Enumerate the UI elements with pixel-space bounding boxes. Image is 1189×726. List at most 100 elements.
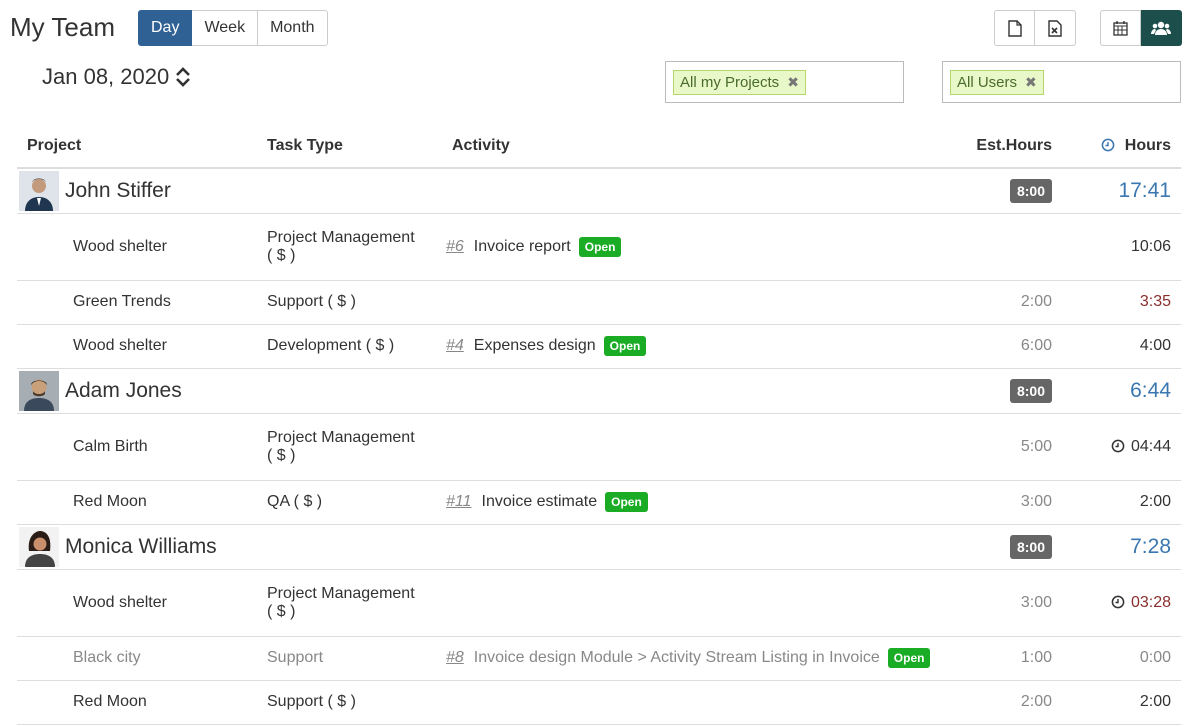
chevron-up-icon[interactable]: [175, 66, 191, 77]
est-hours-cell: 2:00: [962, 280, 1062, 325]
est-hours-cell: 1:00: [962, 636, 1062, 681]
export-group: [994, 10, 1076, 46]
col-project[interactable]: Project: [17, 124, 257, 169]
project-filter-label: All my Projects: [680, 74, 780, 91]
task-type-cell: Support: [257, 636, 442, 681]
task-type-cell: Project Management( $ ): [257, 413, 442, 481]
status-badge: Open: [603, 336, 647, 356]
project-filter[interactable]: All my Projects ✖: [665, 61, 904, 103]
user-name[interactable]: Adam Jones: [65, 379, 182, 403]
table-row[interactable]: Black city Support #8 Invoice design Modu…: [17, 636, 1181, 681]
running-timer-icon: [1111, 595, 1125, 609]
col-hours[interactable]: Hours: [1062, 124, 1181, 169]
task-type-cell: Support ( $ ): [257, 680, 442, 725]
excel-icon: [1048, 19, 1062, 37]
hours-cell: 2:00: [1062, 680, 1181, 725]
table-row[interactable]: Green Trends Support ( $ ) 2:00 3:35: [17, 280, 1181, 325]
est-hours-cell: 2:00: [962, 680, 1062, 725]
table-row[interactable]: Red Moon QA ( $ ) #11 Invoice estimate Ope…: [17, 480, 1181, 525]
remove-project-filter-icon[interactable]: ✖: [787, 74, 799, 91]
est-hours-cell: 5:00: [962, 413, 1062, 481]
current-date: Jan 08, 2020: [42, 64, 170, 89]
range-toggle: Day Week Month: [138, 10, 328, 46]
activity-name: Expenses design: [473, 337, 596, 354]
calendar-icon: [1113, 20, 1128, 36]
table-row[interactable]: Wood shelter Project Management( $ ) #6 I…: [17, 213, 1181, 281]
task-type-cell: Project Management( $ ): [257, 569, 442, 637]
project-cell: Red Moon: [17, 680, 257, 725]
activity-name: Invoice estimate: [481, 493, 598, 510]
file-icon: [1007, 19, 1022, 37]
avatar: [19, 370, 59, 411]
table-row[interactable]: Wood shelter Project Management( $ ) 3:0…: [17, 569, 1181, 637]
view-group: [1100, 10, 1182, 46]
user-name[interactable]: Monica Williams: [65, 535, 217, 559]
est-hours-cell: 6:00: [962, 324, 1062, 369]
table-row[interactable]: Red Moon Support ( $ ) 2:00 2:00: [17, 680, 1181, 725]
page-title: My Team: [10, 12, 115, 42]
hours-cell: 0:00: [1062, 636, 1181, 681]
remove-user-filter-icon[interactable]: ✖: [1025, 74, 1037, 91]
chevron-down-icon[interactable]: [175, 77, 191, 88]
col-task-type[interactable]: Task Type: [257, 124, 442, 169]
activity-link[interactable]: #6: [446, 238, 464, 256]
hours-cell: 4:00: [1062, 324, 1181, 369]
date-display: Jan 08, 2020: [42, 64, 191, 90]
user-filter[interactable]: All Users ✖: [942, 61, 1181, 103]
col-hours-label: Hours: [1124, 136, 1171, 154]
activity-link[interactable]: #8: [446, 649, 464, 667]
team-hours-table: Project Task Type Activity Est.Hours Hou…: [17, 124, 1181, 725]
running-timer-icon: [1111, 439, 1125, 453]
project-cell: Wood shelter: [17, 569, 257, 637]
avatar: [19, 526, 59, 567]
date-stepper[interactable]: [175, 66, 191, 88]
task-type-cell: QA ( $ ): [257, 480, 442, 525]
user-row: John Stiffer 8:00 17:41: [17, 168, 1181, 214]
status-badge: Open: [887, 648, 931, 668]
hours-cell: 2:00: [1062, 480, 1181, 525]
team-view-button[interactable]: [1141, 10, 1182, 46]
project-cell: Green Trends: [17, 280, 257, 325]
users-icon: [1151, 21, 1171, 35]
activity-link[interactable]: #4: [446, 337, 464, 355]
task-type-cell: Project Management( $ ): [257, 213, 442, 281]
col-est-hours[interactable]: Est.Hours: [962, 124, 1062, 169]
project-cell: Black city: [17, 636, 257, 681]
est-total-badge: 8:00: [1009, 178, 1052, 203]
est-total-badge: 8:00: [1009, 378, 1052, 403]
activity-name: Invoice design Module > Activity Stream …: [473, 649, 880, 666]
activity-link[interactable]: #11: [446, 493, 472, 511]
status-badge: Open: [578, 236, 622, 257]
task-type-cell: Support ( $ ): [257, 280, 442, 325]
project-cell: Red Moon: [17, 480, 257, 525]
user-filter-label: All Users: [957, 74, 1018, 91]
est-hours-cell: 3:00: [962, 480, 1062, 525]
range-day-button[interactable]: Day: [138, 10, 193, 46]
avatar: [19, 170, 59, 211]
user-filter-tag: All Users ✖: [950, 70, 1044, 95]
hours-total: 6:44: [1130, 378, 1171, 402]
export-file-button[interactable]: [994, 10, 1035, 46]
hours-total: 17:41: [1118, 178, 1171, 202]
user-row: Monica Williams 8:00 7:28: [17, 524, 1181, 570]
project-cell: Wood shelter: [17, 324, 257, 369]
hours-total: 7:28: [1130, 534, 1171, 558]
project-cell: Calm Birth: [17, 413, 257, 481]
hours-cell: 03:28: [1062, 569, 1181, 637]
calendar-view-button[interactable]: [1100, 10, 1141, 46]
hours-cell: 3:35: [1062, 280, 1181, 325]
est-hours-cell: [962, 213, 1062, 281]
col-activity[interactable]: Activity: [442, 124, 962, 169]
table-header-row: Project Task Type Activity Est.Hours Hou…: [17, 124, 1181, 169]
export-excel-button[interactable]: [1035, 10, 1076, 46]
est-total-badge: 8:00: [1009, 534, 1052, 559]
project-cell: Wood shelter: [17, 213, 257, 281]
clock-icon: [1101, 138, 1115, 152]
activity-name: Invoice report: [473, 237, 571, 255]
range-week-button[interactable]: Week: [192, 10, 259, 46]
table-row[interactable]: Wood shelter Development ( $ ) #4 Expense…: [17, 324, 1181, 369]
table-row[interactable]: Calm Birth Project Management( $ ) 5:00 …: [17, 413, 1181, 481]
user-name[interactable]: John Stiffer: [65, 179, 171, 203]
task-type-cell: Development ( $ ): [257, 324, 442, 369]
range-month-button[interactable]: Month: [258, 10, 328, 46]
